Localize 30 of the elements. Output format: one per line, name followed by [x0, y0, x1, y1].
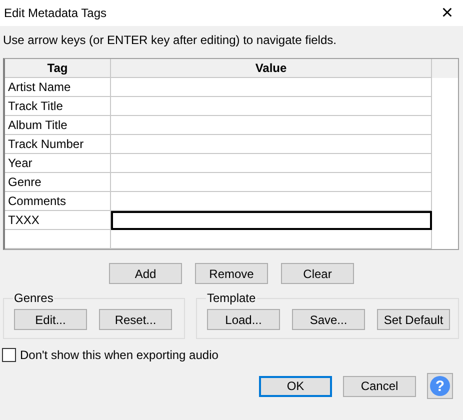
tag-cell[interactable]: Year: [5, 154, 111, 173]
table-button[interactable]: Add: [109, 263, 182, 284]
group-button[interactable]: Save...: [292, 309, 365, 330]
tag-cell[interactable]: Album Title: [5, 116, 111, 135]
group-button[interactable]: Reset...: [99, 309, 172, 330]
table-button[interactable]: Remove: [195, 263, 268, 284]
tag-cell[interactable]: [5, 230, 111, 249]
column-header[interactable]: Value: [111, 59, 432, 78]
tag-cell[interactable]: Artist Name: [5, 78, 111, 97]
tag-cell[interactable]: Genre: [5, 173, 111, 192]
tag-cell[interactable]: Comments: [5, 192, 111, 211]
checkbox[interactable]: [2, 348, 16, 362]
tag-cell[interactable]: Track Title: [5, 97, 111, 116]
tag-cell[interactable]: TXXX: [5, 211, 111, 230]
dialog-button[interactable]: OK: [259, 376, 332, 396]
group-button[interactable]: Set Default: [377, 309, 450, 330]
group-title: Genres: [13, 291, 54, 305]
instruction-text: Use arrow keys (or ENTER key after editing) to navigate fields.: [3, 33, 338, 49]
group-button[interactable]: Load...: [207, 309, 280, 330]
dialog-button[interactable]: Cancel: [343, 376, 416, 396]
header-filler: [432, 59, 458, 78]
close-button[interactable]: ×: [437, 3, 457, 23]
group-title: Template: [206, 291, 257, 305]
group-button[interactable]: Edit...: [14, 309, 87, 330]
column-header[interactable]: Tag: [5, 59, 111, 78]
table-button[interactable]: Clear: [281, 263, 354, 284]
window-title: Edit Metadata Tags: [4, 6, 107, 20]
tag-cell[interactable]: Track Number: [5, 135, 111, 154]
checkbox-label: Don't show this when exporting audio: [20, 348, 218, 362]
value-cell[interactable]: [111, 211, 432, 230]
